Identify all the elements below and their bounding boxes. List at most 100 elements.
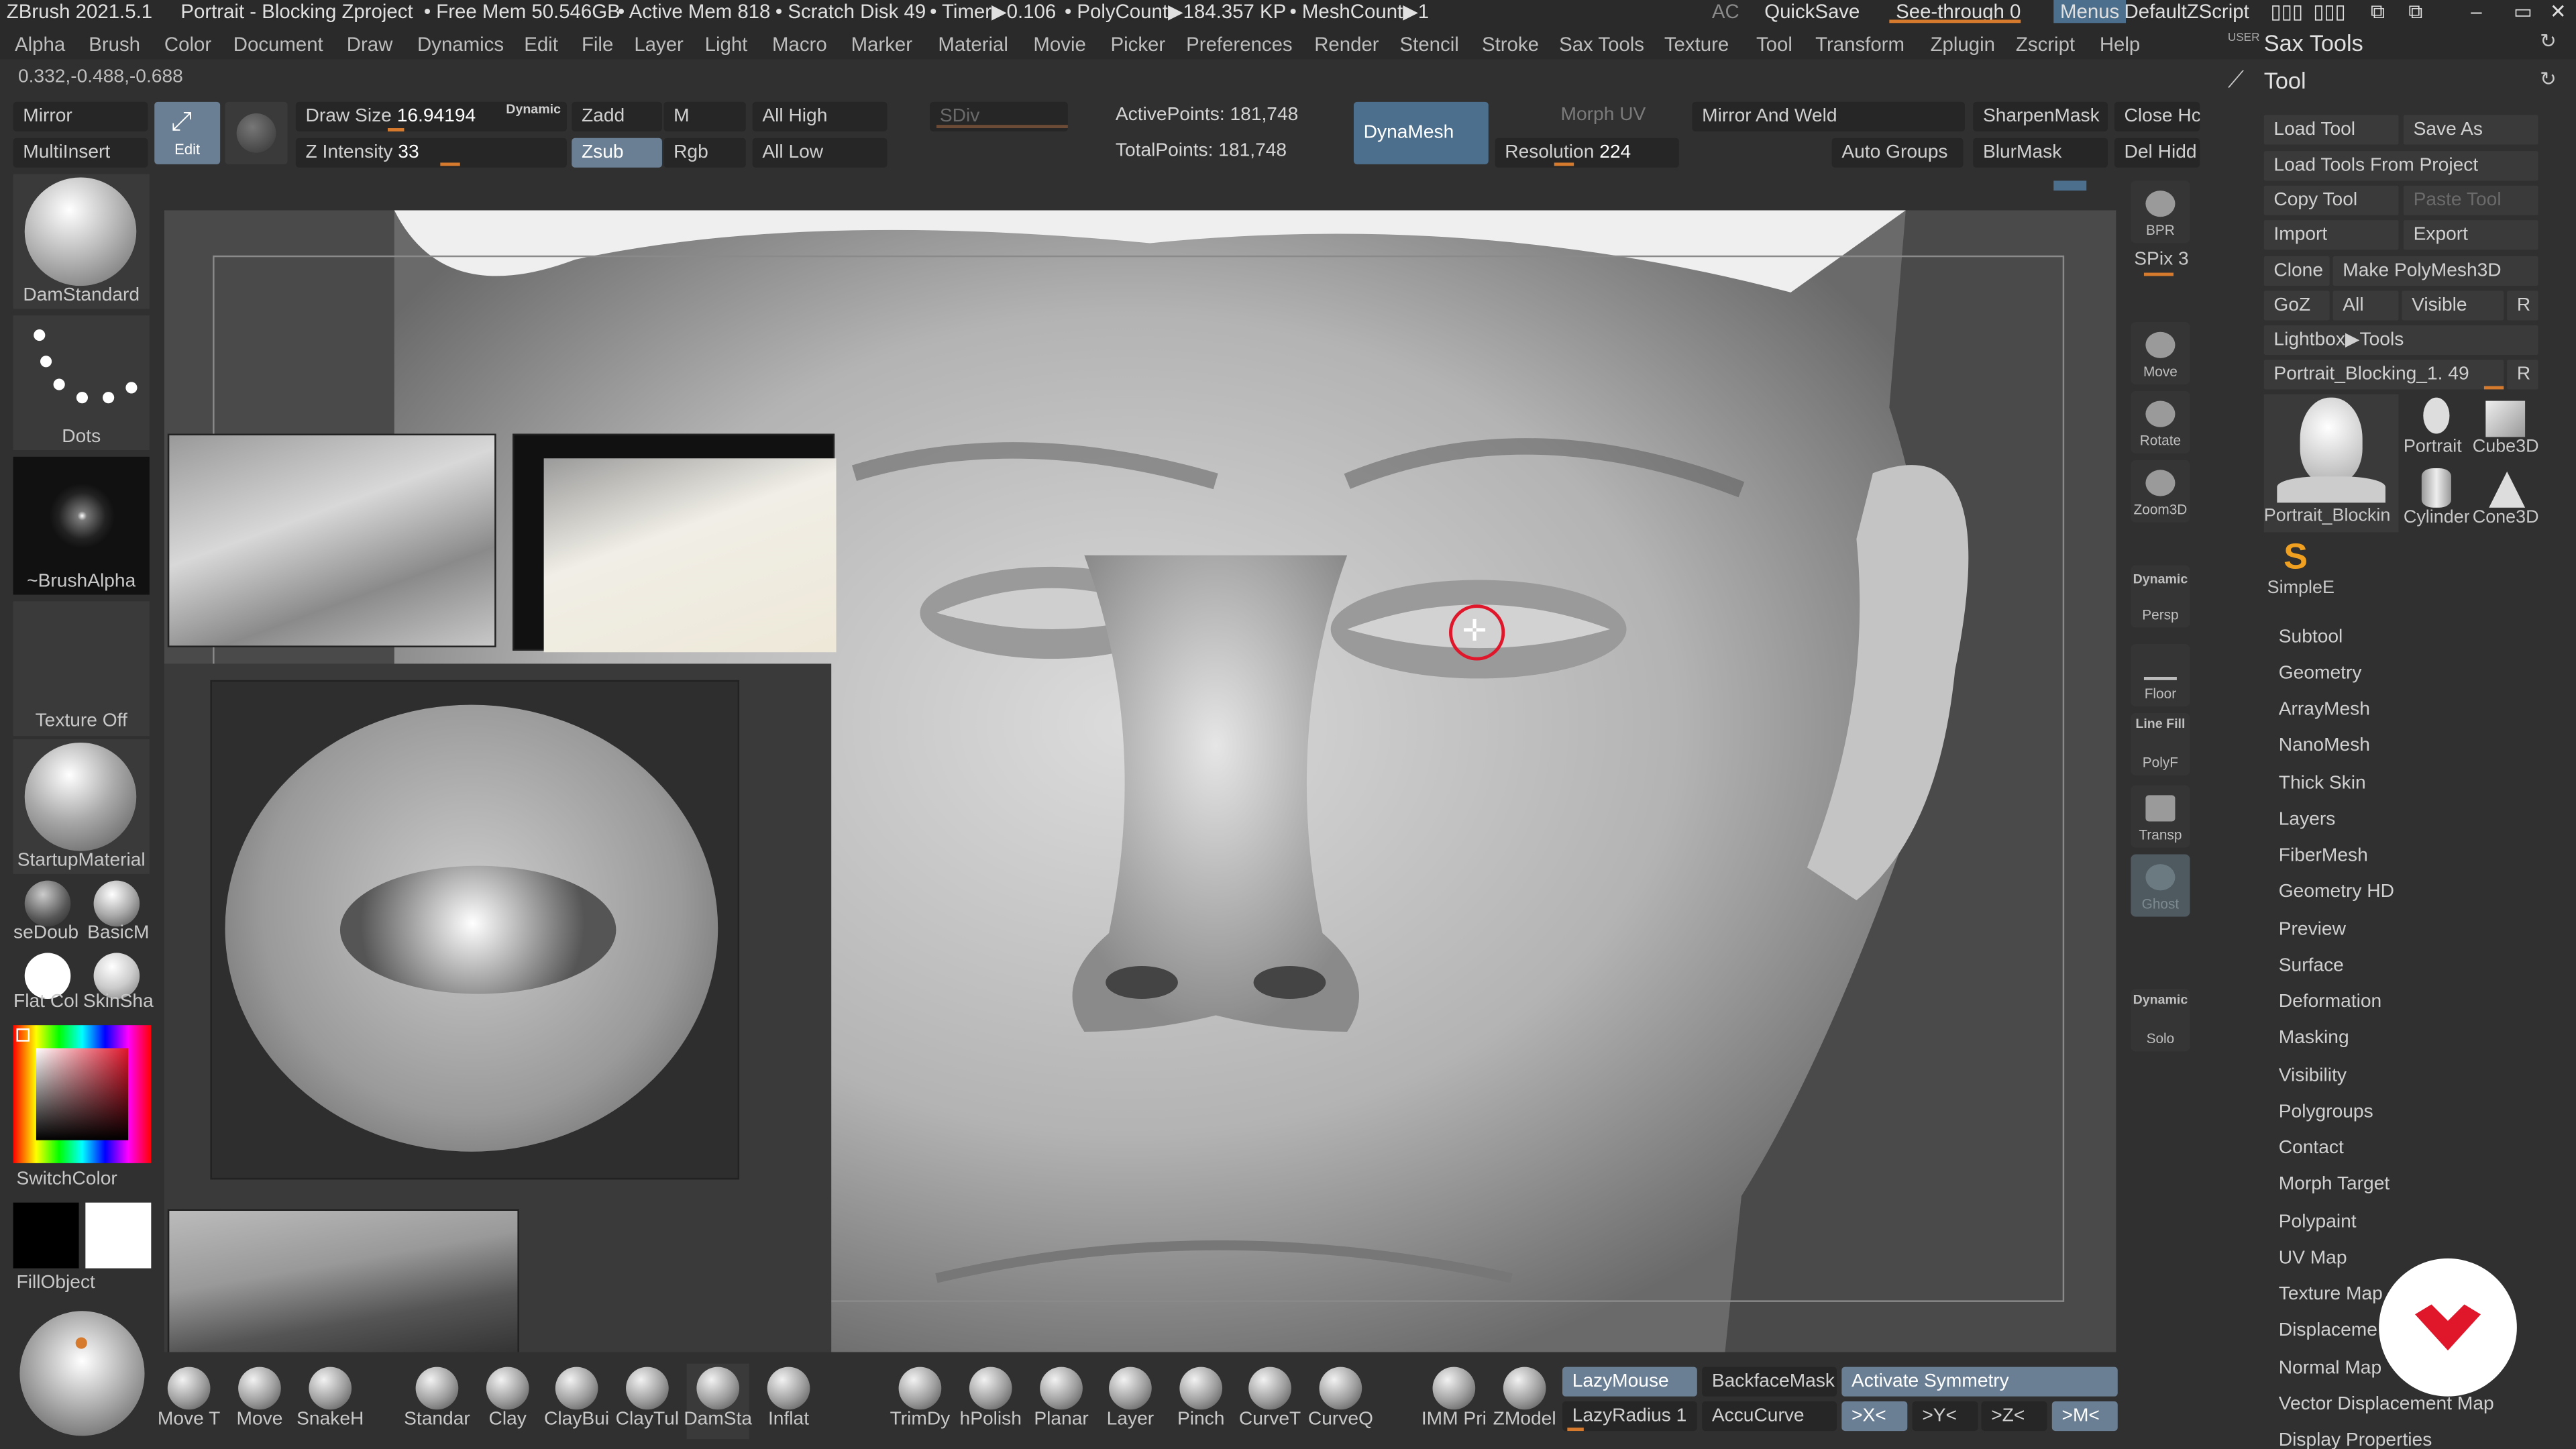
load-tools-from-project-button[interactable]: Load Tools From Project: [2263, 151, 2538, 181]
make-polymesh3d-button[interactable]: Make PolyMesh3D: [2332, 256, 2538, 286]
zsub-button[interactable]: Zsub: [572, 138, 662, 168]
edit-button[interactable]: ⤢ Edit: [154, 101, 221, 164]
spix-slider[interactable]: SPix 3: [2134, 250, 2188, 269]
tool-thumb-portrait[interactable]: Portrait: [2404, 394, 2469, 464]
mirror-button[interactable]: Mirror: [13, 101, 148, 131]
sharpen-mask-button[interactable]: SharpenMask: [1973, 101, 2108, 131]
viewport-canvas[interactable]: ✛: [164, 210, 2116, 1352]
deformation-menu[interactable]: Deformation: [2279, 992, 2381, 1012]
current-tool-slider[interactable]: Portrait_Blocking_1. 49: [2263, 360, 2504, 390]
material-swatch-1[interactable]: [24, 880, 71, 927]
quicksave-button[interactable]: QuickSave: [1764, 0, 1860, 23]
menu-material[interactable]: Material: [938, 33, 1008, 56]
clone-button[interactable]: Clone: [2263, 256, 2330, 286]
layers-menu[interactable]: Layers: [2279, 810, 2336, 829]
brush-selector[interactable]: DamStandard: [13, 174, 150, 309]
brush-clay[interactable]: Clay: [476, 1364, 539, 1440]
del-hidden-button[interactable]: Del Hidd: [2114, 138, 2200, 168]
rotate-button[interactable]: Rotate: [2131, 390, 2190, 453]
brush-zmodeler[interactable]: ZModel: [1493, 1364, 1556, 1440]
tool-thumb-cube3d[interactable]: Cube3D: [2473, 394, 2542, 464]
paste-tool-button[interactable]: Paste Tool: [2403, 185, 2538, 215]
menu-stencil[interactable]: Stencil: [1400, 33, 1459, 56]
brush-trimdynamic[interactable]: TrimDy: [889, 1364, 951, 1440]
menu-preferences[interactable]: Preferences: [1186, 33, 1292, 56]
goz-button[interactable]: GoZ: [2263, 290, 2330, 321]
draw-mode-button[interactable]: [225, 101, 288, 164]
alpha-selector[interactable]: ~BrushAlpha: [13, 456, 150, 595]
move-button[interactable]: Move: [2131, 322, 2190, 385]
arraymesh-menu[interactable]: ArrayMesh: [2279, 700, 2370, 719]
symmetry-x-button[interactable]: >X<: [1841, 1401, 1908, 1432]
secondary-color-swatch[interactable]: [13, 1202, 79, 1269]
import-button[interactable]: Import: [2263, 220, 2399, 250]
brush-snakehook[interactable]: SnakeH: [297, 1364, 364, 1440]
menu-sax-tools[interactable]: Sax Tools: [1559, 33, 1644, 56]
solo-button[interactable]: Dynamic Solo: [2131, 989, 2190, 1052]
tool-thumb-simplebrush[interactable]: S SimpleE: [2264, 535, 2334, 604]
goz-visible-button[interactable]: Visible: [2402, 290, 2504, 321]
brush-hpolish[interactable]: hPolish: [959, 1364, 1022, 1440]
brush-planar[interactable]: Planar: [1030, 1364, 1093, 1440]
texture-map-menu[interactable]: Texture Map: [2279, 1285, 2383, 1304]
transp-button[interactable]: Transp: [2131, 785, 2190, 848]
lazyradius-slider[interactable]: LazyRadius 1: [1562, 1401, 1697, 1432]
bpr-button[interactable]: BPR: [2131, 180, 2190, 244]
lightbox-tools-button[interactable]: Lightbox▶Tools: [2263, 325, 2538, 355]
tool-thumb-cone3d[interactable]: Cone3D: [2473, 465, 2542, 534]
color-picker[interactable]: [13, 1025, 152, 1163]
tool-refresh-icon[interactable]: ↻: [2540, 67, 2557, 90]
brush-inflate[interactable]: Inflat: [757, 1364, 820, 1440]
menu-tool[interactable]: Tool: [1756, 33, 1792, 56]
menu-draw[interactable]: Draw: [347, 33, 393, 56]
tool-thumb-portrait-blocking[interactable]: Portrait_Blockin: [2263, 394, 2399, 533]
multiinsert-button[interactable]: MultiInsert: [13, 138, 148, 168]
brush-layer[interactable]: Layer: [1099, 1364, 1161, 1440]
menu-light[interactable]: Light: [705, 33, 748, 56]
refresh-icon[interactable]: ↻: [2540, 30, 2557, 52]
polyf-button[interactable]: Line Fill PolyF: [2131, 712, 2190, 775]
auto-groups-button[interactable]: Auto Groups: [1831, 138, 1964, 168]
goz-all-button[interactable]: All: [2332, 290, 2399, 321]
menu-color[interactable]: Color: [164, 33, 211, 56]
menu-layer[interactable]: Layer: [634, 33, 684, 56]
tool-thumb-cylinder[interactable]: Cylinder: [2404, 465, 2469, 534]
menu-dynamics[interactable]: Dynamics: [417, 33, 504, 56]
brush-imm-primitives[interactable]: IMM Pri: [1421, 1364, 1487, 1440]
m-button[interactable]: M: [663, 101, 746, 131]
light-sphere[interactable]: [19, 1311, 145, 1436]
zoom3d-button[interactable]: Zoom3D: [2131, 460, 2190, 523]
menu-movie[interactable]: Movie: [1033, 33, 1085, 56]
activate-symmetry-button[interactable]: Activate Symmetry: [1841, 1366, 2118, 1397]
rgb-button[interactable]: Rgb: [663, 138, 746, 168]
lazymouse-button[interactable]: LazyMouse: [1562, 1366, 1697, 1397]
minimize-icon[interactable]: –: [2471, 0, 2481, 23]
current-tool-r-button[interactable]: R: [2507, 360, 2538, 390]
close-holes-button[interactable]: Close Hc: [2114, 101, 2200, 131]
brush-move[interactable]: Move: [228, 1364, 290, 1440]
resolution-slider[interactable]: Resolution 224: [1495, 138, 1679, 168]
z-intensity-slider[interactable]: Z Intensity 33: [295, 138, 567, 168]
load-tool-button[interactable]: Load Tool: [2263, 115, 2399, 145]
material-swatch-2[interactable]: [93, 880, 140, 927]
menu-zplugin[interactable]: Zplugin: [1931, 33, 1995, 56]
layout2-icon[interactable]: ▯▯▯: [2313, 0, 2346, 23]
brush-damstandard[interactable]: DamSta: [684, 1363, 752, 1440]
nanomesh-menu[interactable]: NanoMesh: [2279, 736, 2370, 755]
material-selector[interactable]: StartupMaterial: [13, 739, 150, 874]
contact-menu[interactable]: Contact: [2279, 1138, 2344, 1158]
fill-object-button[interactable]: FillObject: [16, 1273, 95, 1293]
menu-stroke[interactable]: Stroke: [1482, 33, 1539, 56]
blur-mask-button[interactable]: BlurMask: [1973, 138, 2108, 168]
morph-target-menu[interactable]: Morph Target: [2279, 1175, 2390, 1194]
stroke-selector[interactable]: Dots: [13, 315, 150, 451]
zadd-button[interactable]: Zadd: [572, 101, 662, 131]
menu-file[interactable]: File: [582, 33, 613, 56]
surface-menu[interactable]: Surface: [2279, 956, 2344, 975]
menu-texture[interactable]: Texture: [1664, 33, 1729, 56]
brush-curvequadfill[interactable]: CurveQ: [1308, 1364, 1373, 1440]
menu-brush[interactable]: Brush: [89, 33, 140, 56]
save-as-button[interactable]: Save As: [2403, 115, 2538, 145]
texture-selector[interactable]: Texture Off: [13, 601, 150, 737]
layout-icon[interactable]: ▯▯▯: [2271, 0, 2304, 23]
